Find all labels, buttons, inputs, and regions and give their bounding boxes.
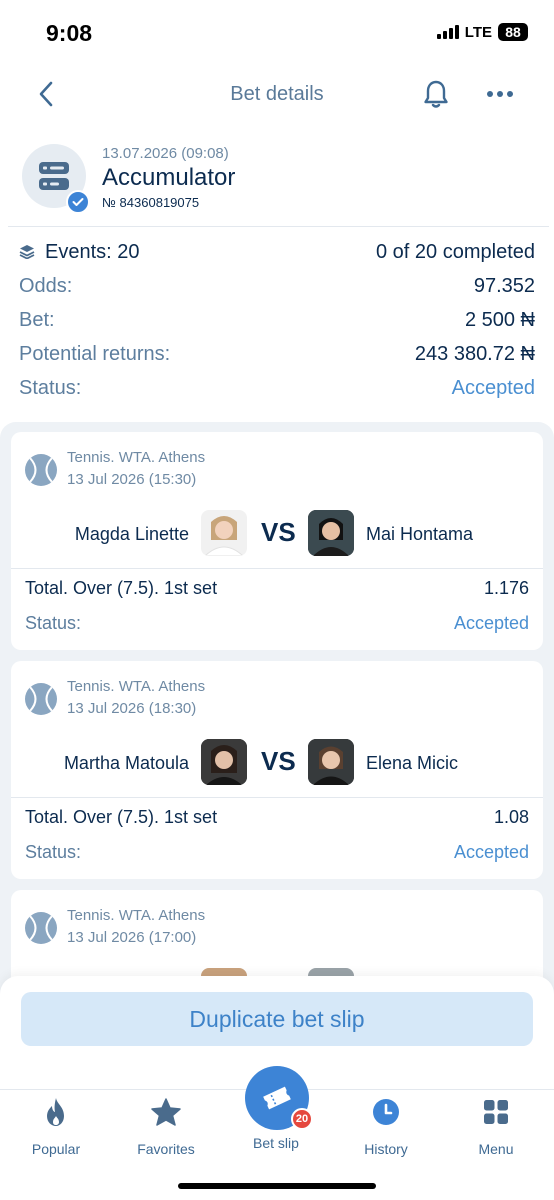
player-1-name: Magda Linette [74,524,189,544]
event-league: Tennis. WTA. Athens [67,907,206,924]
market-name: Total. Over (7.5). 1st set [25,807,218,827]
tennis-ball-icon [25,683,57,715]
player-2-name: Mai Hontama [366,524,474,544]
odds-value: 97.352 [473,275,535,297]
divider [11,568,543,569]
layers-icon [19,245,35,259]
status-bar: 9:08 LTE 88 [0,0,554,64]
status-label: Status: [19,377,82,399]
versus-label: VS [261,517,296,547]
odds-label: Odds: [19,275,73,297]
page-title: Bet details [230,83,324,105]
event-status-label: Status: [25,613,82,633]
bet-header: 13.07.2026 (09:08) Accumulator № 8436081… [0,138,554,228]
ticket-icon [263,1086,291,1110]
player-1-photo [201,739,247,785]
event-status-label: Status: [25,842,82,862]
nav-history-label: History [364,1141,408,1157]
divider [8,226,549,227]
network-type: LTE [464,23,492,41]
nav-popular[interactable]: Popular [6,1096,106,1157]
event-date: 13 Jul 2026 (18:30) [67,700,197,717]
accumulator-icon [39,162,69,190]
returns-value: 243 380.72 ₦ [414,343,535,365]
nav-menu-label: Menu [478,1141,514,1157]
nav-favorites-label: Favorites [137,1141,195,1157]
bet-type: Accumulator [102,164,236,191]
event-card[interactable]: Tennis. WTA. Athens 13 Jul 2026 (15:30) … [11,432,543,650]
event-card[interactable]: Tennis. WTA. Athens 13 Jul 2026 (18:30) … [11,661,543,879]
home-indicator[interactable] [178,1183,376,1189]
flame-icon [47,1098,64,1126]
event-status-value: Accepted [453,842,529,862]
clock-icon [373,1099,399,1125]
bet-number: № 84360819075 [102,195,200,210]
battery-icon: 88 [498,23,528,41]
summary-bet-row: Bet: 2 500 ₦ [19,304,535,338]
event-date: 13 Jul 2026 (15:30) [67,471,197,488]
summary-status-row: Status: Accepted [19,372,535,406]
event-date: 13 Jul 2026 (17:00) [67,929,197,946]
player-2-photo [308,739,354,785]
events-count: Events: 20 [45,241,140,263]
returns-label: Potential returns: [19,343,171,365]
event-status-value: Accepted [453,613,529,633]
versus-label: VS [261,746,296,776]
bet-label: Bet: [19,309,55,331]
player-1-photo [201,510,247,556]
market-odds: 1.176 [483,578,529,598]
divider [11,797,543,798]
nav-history[interactable]: History [336,1096,436,1157]
verified-check-icon [66,190,90,214]
nav-favorites[interactable]: Favorites [116,1096,216,1157]
status-indicators: LTE 88 [436,23,528,41]
event-league: Tennis. WTA. Athens [67,449,206,466]
player-1-name: Martha Matoula [63,753,189,773]
bottom-panel: Duplicate bet slip Popular Favorites His… [0,976,554,1200]
nav-menu[interactable]: Menu [446,1096,546,1157]
tennis-ball-icon [25,454,57,486]
bet-summary: Events: 20 0 of 20 completed Odds: 97.35… [19,236,535,406]
event-league: Tennis. WTA. Athens [67,678,206,695]
notifications-button[interactable] [420,78,452,110]
status-value: Accepted [451,377,535,399]
grid-icon [484,1100,508,1124]
events-completed: 0 of 20 completed [376,241,535,263]
player-2-photo [308,510,354,556]
summary-events-row: Events: 20 0 of 20 completed [19,236,535,270]
signal-icon [436,25,459,39]
star-icon [151,1098,181,1126]
nav-popular-label: Popular [31,1141,81,1157]
bet-date: 13.07.2026 (09:08) [102,145,229,162]
bet-value: 2 500 ₦ [464,309,535,331]
status-time: 9:08 [46,20,93,46]
tennis-ball-icon [25,912,57,944]
player-2-name: Elena Micic [366,753,459,773]
summary-odds-row: Odds: 97.352 [19,270,535,304]
more-options-button[interactable] [483,78,517,110]
bet-slip-count-badge: 20 [291,1108,313,1130]
nav-bet-slip-label: Bet slip [253,1135,299,1151]
market-odds: 1.08 [493,807,529,827]
summary-returns-row: Potential returns: 243 380.72 ₦ [19,338,535,372]
duplicate-bet-slip-button[interactable]: Duplicate bet slip [21,992,533,1046]
top-bar: Bet details [0,64,554,124]
market-name: Total. Over (7.5). 1st set [25,578,218,598]
more-dots-icon [487,91,493,97]
bell-icon [424,80,448,108]
